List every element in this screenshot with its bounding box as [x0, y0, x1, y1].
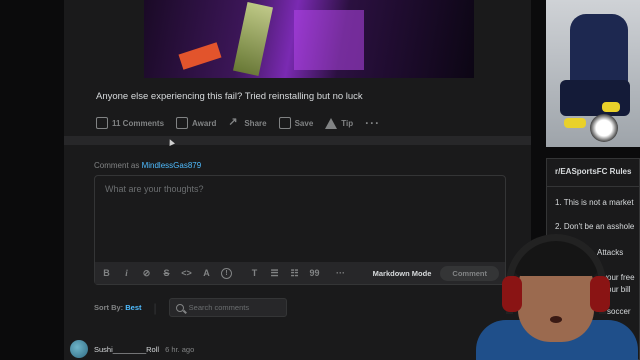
award-button[interactable]: Award — [176, 117, 216, 129]
avatar[interactable] — [70, 340, 88, 358]
save-label: Save — [294, 118, 314, 128]
sort-separator: | — [153, 300, 157, 315]
post-image[interactable] — [144, 0, 474, 78]
section-divider — [64, 136, 531, 145]
comment-header: Sushi________Roll 6 hr. ago — [70, 340, 194, 358]
player-legs — [560, 80, 630, 116]
rules-divider — [547, 186, 639, 187]
comment-username[interactable]: Sushi________Roll — [94, 345, 159, 354]
comments-button[interactable]: 11 Comments — [96, 117, 164, 129]
sort-bar: Sort By: Best | Search comments — [94, 298, 287, 317]
search-placeholder: Search comments — [188, 303, 250, 312]
rule-item[interactable]: 1. This is not a market — [555, 198, 634, 207]
heading-icon[interactable]: T — [249, 268, 260, 278]
tip-button[interactable]: Tip — [325, 117, 354, 129]
quote-icon[interactable]: 99 — [309, 268, 320, 278]
superscript-icon[interactable]: A — [201, 268, 212, 278]
more-options-icon[interactable]: ··· — [365, 116, 380, 130]
comment-timestamp[interactable]: 6 hr. ago — [165, 345, 194, 354]
share-label: Share — [244, 118, 267, 128]
search-comments-input[interactable]: Search comments — [168, 298, 287, 317]
post-action-bar: 11 Comments Award Share Save Tip ··· — [96, 115, 380, 130]
spoiler-icon[interactable]: ! — [221, 267, 232, 279]
link-icon[interactable]: ⊘ — [141, 268, 152, 279]
football-icon — [590, 114, 618, 142]
tip-icon — [325, 117, 338, 129]
search-icon — [175, 303, 184, 312]
bullet-list-icon[interactable]: ☰ — [269, 268, 280, 279]
numbered-list-icon[interactable]: ☷ — [289, 268, 300, 279]
comment-input[interactable]: What are your thoughts? — [105, 184, 204, 194]
gift-icon — [176, 117, 189, 129]
share-button[interactable]: Share — [228, 115, 267, 129]
sort-label: Sort By: — [94, 303, 124, 312]
rules-title: r/EASportsFC Rules — [555, 167, 632, 176]
more-icon[interactable]: ··· — [335, 268, 346, 278]
save-button[interactable]: Save — [278, 117, 314, 129]
italic-icon[interactable]: i — [121, 268, 132, 278]
webcam-overlay — [470, 228, 640, 360]
headset-cup-left — [502, 276, 522, 312]
bookmark-icon — [278, 117, 291, 129]
bold-icon[interactable]: B — [101, 268, 112, 278]
award-label: Award — [192, 118, 217, 128]
image-glow — [294, 10, 364, 70]
current-username[interactable]: MindlessGas879 — [142, 161, 202, 170]
sort-dropdown[interactable]: Sort By: Best — [94, 303, 142, 312]
code-icon[interactable]: <> — [181, 268, 192, 278]
strikethrough-icon[interactable]: S — [161, 268, 172, 278]
sort-value: Best — [125, 303, 142, 312]
image-tag — [178, 42, 222, 70]
comments-label: 11 Comments — [112, 118, 165, 128]
post-body-text: Anyone else experiencing this fail? Trie… — [96, 91, 363, 102]
browser-viewport: Anyone else experiencing this fail? Trie… — [0, 0, 640, 360]
comment-as-label: Comment as MindlessGas879 — [94, 161, 201, 170]
boot-shape — [564, 118, 586, 128]
headset-cup-right — [590, 276, 610, 312]
comment-icon — [96, 117, 108, 129]
post-column: Anyone else experiencing this fail? Trie… — [64, 0, 531, 360]
sidebar-banner-image — [546, 0, 640, 147]
share-icon — [228, 115, 240, 129]
tip-label: Tip — [341, 118, 354, 128]
comment-editor[interactable]: What are your thoughts? B i ⊘ S <> A ! T… — [94, 175, 506, 285]
image-object — [233, 2, 273, 76]
streamer-mouth — [550, 316, 562, 323]
comment-as-text: Comment as — [94, 161, 140, 170]
boot-shape-2 — [602, 102, 620, 112]
editor-toolbar: B i ⊘ S <> A ! T ☰ ☷ 99 ··· Markdown Mod… — [95, 262, 505, 284]
markdown-mode-toggle[interactable]: Markdown Mode — [373, 269, 432, 278]
